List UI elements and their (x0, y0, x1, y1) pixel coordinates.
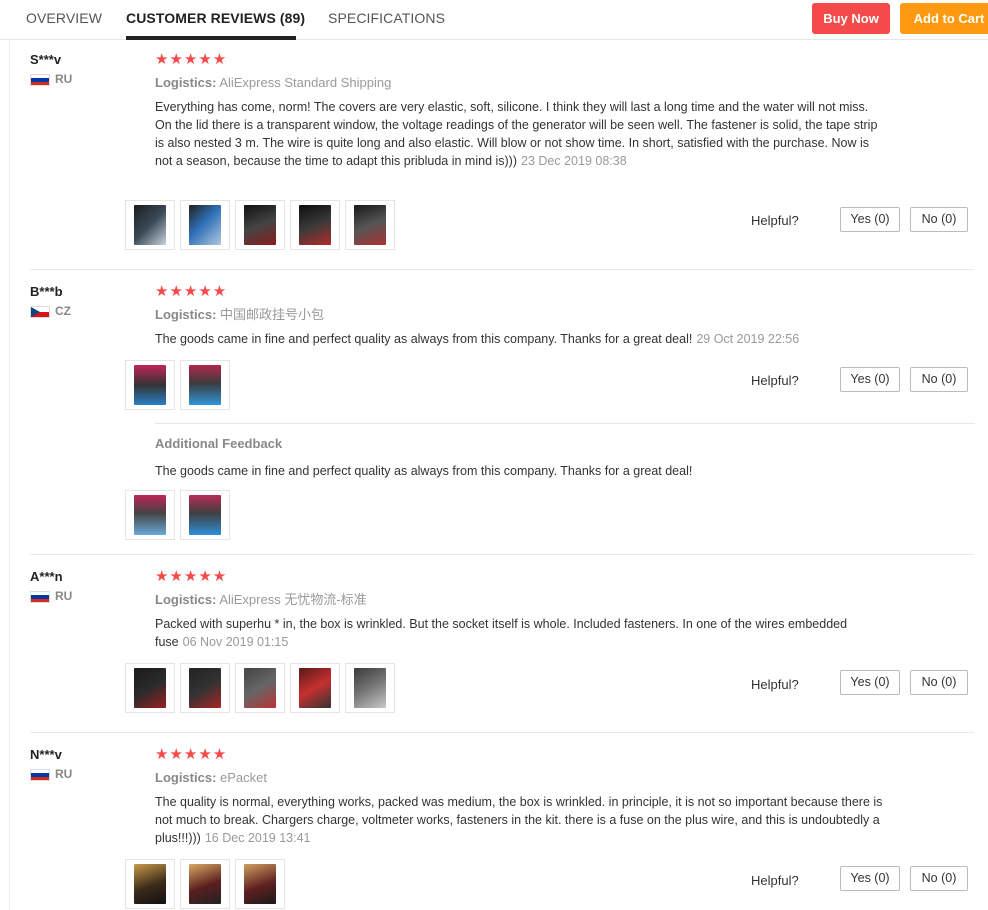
vote-yes-button[interactable]: Yes (0) (840, 866, 900, 891)
vote-no-button[interactable]: No (0) (910, 670, 968, 695)
flag-icon (30, 769, 50, 781)
review-photo[interactable] (180, 490, 230, 540)
review-photo[interactable] (180, 200, 230, 250)
review-photo[interactable] (290, 663, 340, 713)
helpful-label: Helpful? (751, 213, 799, 228)
logistics-value: AliExpress Standard Shipping (219, 75, 392, 90)
vote-yes-button[interactable]: Yes (0) (840, 207, 900, 232)
vote-no-button[interactable]: No (0) (910, 207, 968, 232)
logistics-value: ePacket (220, 770, 268, 785)
vote-yes-button[interactable]: Yes (0) (840, 670, 900, 695)
star-rating: ★★★★★ (155, 746, 228, 763)
flag-icon (30, 591, 50, 603)
review-content: ★★★★★ Logistics: AliExpress 无忧物流-标准 Pack… (155, 569, 885, 651)
review-text-block: The quality is normal, everything works,… (155, 793, 885, 847)
review-photo[interactable] (235, 663, 285, 713)
country-code: CZ (55, 304, 71, 318)
logistics-label: Logistics: (155, 307, 217, 322)
reviewer-name: A***n (30, 569, 63, 584)
review-text-block: Everything has come, norm! The covers ar… (155, 98, 885, 170)
logistics-label: Logistics: (155, 592, 217, 607)
review-photo[interactable] (345, 200, 395, 250)
tab-overview[interactable]: OVERVIEW (26, 10, 102, 26)
left-divider (9, 40, 10, 910)
review-item: N***v RU ★★★★★ Logistics: ePacket The qu… (30, 747, 974, 847)
review-photo[interactable] (180, 663, 230, 713)
review-text-block: The goods came in fine and perfect quali… (155, 330, 885, 348)
flag-icon (30, 306, 50, 318)
review-photo[interactable] (125, 490, 175, 540)
logistics-value: 中国邮政挂号小包 (220, 307, 325, 322)
star-rating: ★★★★★ (155, 283, 228, 300)
country-code: RU (55, 767, 73, 781)
review-date: 16 Dec 2019 13:41 (204, 831, 311, 845)
star-rating: ★★★★★ (155, 51, 228, 68)
country-code: RU (55, 589, 73, 603)
review-photo[interactable] (345, 663, 395, 713)
review-divider (30, 732, 974, 733)
add-to-cart-button[interactable]: Add to Cart (900, 3, 988, 34)
logistics-line: Logistics: ePacket (155, 769, 885, 787)
logistics-label: Logistics: (155, 770, 217, 785)
buy-now-button[interactable]: Buy Now (812, 3, 890, 34)
star-rating: ★★★★★ (155, 568, 228, 585)
review-photo[interactable] (125, 360, 175, 410)
review-date: 06 Nov 2019 01:15 (182, 635, 289, 649)
vote-no-button[interactable]: No (0) (910, 866, 968, 891)
country-code: RU (55, 72, 73, 86)
review-photo[interactable] (235, 859, 285, 909)
review-divider (30, 554, 974, 555)
logistics-line: Logistics: AliExpress Standard Shipping (155, 74, 885, 92)
review-divider (30, 269, 974, 270)
reviewer-name: N***v (30, 747, 62, 762)
product-tabs-bar: OVERVIEW CUSTOMER REVIEWS (89) SPECIFICA… (0, 0, 988, 40)
review-photo[interactable] (125, 663, 175, 713)
tab-customer-reviews[interactable]: CUSTOMER REVIEWS (89) (126, 10, 305, 26)
review-photo[interactable] (125, 200, 175, 250)
reviewer-name: S***v (30, 52, 62, 67)
logistics-value: AliExpress 无忧物流-标准 (219, 592, 367, 607)
helpful-label: Helpful? (751, 677, 799, 692)
review-text: Everything has come, norm! The covers ar… (155, 100, 878, 168)
helpful-label: Helpful? (751, 873, 799, 888)
review-item: B***b CZ ★★★★★ Logistics: 中国邮政挂号小包 The g… (30, 284, 974, 364)
review-content: ★★★★★ Logistics: 中国邮政挂号小包 The goods came… (155, 284, 885, 348)
logistics-line: Logistics: 中国邮政挂号小包 (155, 306, 885, 324)
flag-icon (30, 74, 50, 86)
vote-no-button[interactable]: No (0) (910, 367, 968, 392)
additional-feedback-title: Additional Feedback (155, 436, 283, 451)
logistics-label: Logistics: (155, 75, 217, 90)
reviewer-name: B***b (30, 284, 63, 299)
helpful-label: Helpful? (751, 373, 799, 388)
review-text-block: Packed with superhu * in, the box is wri… (155, 615, 885, 651)
logistics-line: Logistics: AliExpress 无忧物流-标准 (155, 591, 885, 609)
additional-feedback-divider (155, 423, 975, 424)
active-tab-indicator (126, 36, 296, 40)
review-date: 23 Dec 2019 08:38 (521, 154, 627, 168)
review-content: ★★★★★ Logistics: ePacket The quality is … (155, 747, 885, 847)
vote-yes-button[interactable]: Yes (0) (840, 367, 900, 392)
review-photo[interactable] (125, 859, 175, 909)
additional-feedback-text: The goods came in fine and perfect quali… (155, 464, 693, 478)
review-photo[interactable] (180, 859, 230, 909)
tab-specifications[interactable]: SPECIFICATIONS (328, 10, 445, 26)
review-item: A***n RU ★★★★★ Logistics: AliExpress 无忧物… (30, 569, 974, 649)
review-content: ★★★★★ Logistics: AliExpress Standard Shi… (155, 52, 885, 170)
review-photo[interactable] (290, 200, 340, 250)
review-photo[interactable] (235, 200, 285, 250)
review-text: The goods came in fine and perfect quali… (155, 332, 693, 346)
review-photo[interactable] (180, 360, 230, 410)
review-date: 29 Oct 2019 22:56 (696, 332, 800, 346)
